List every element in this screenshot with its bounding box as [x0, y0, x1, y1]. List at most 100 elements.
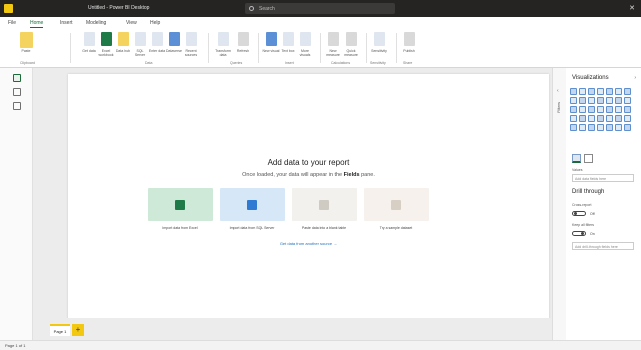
treemap-icon[interactable] — [588, 106, 595, 113]
slicer-icon[interactable] — [588, 115, 595, 122]
kpi-icon[interactable] — [579, 115, 586, 122]
map-icon[interactable] — [597, 106, 604, 113]
paste-table-card[interactable] — [292, 188, 357, 221]
report-canvas[interactable]: Add data to your report Once loaded, you… — [68, 74, 549, 327]
dataverse-icon[interactable] — [169, 32, 180, 46]
cross-report-label: Cross-report — [572, 203, 592, 207]
add-page-button[interactable]: + — [72, 324, 84, 336]
filled-map-icon[interactable] — [606, 106, 613, 113]
power-apps-icon[interactable] — [615, 124, 622, 131]
paginated-report-icon[interactable] — [606, 124, 613, 131]
tab-file[interactable]: File — [8, 20, 16, 26]
scatter-chart-icon[interactable] — [624, 97, 631, 104]
values-well[interactable]: Add data fields here — [572, 174, 634, 182]
stacked-bar-100-chart-icon[interactable] — [606, 88, 613, 95]
decomposition-tree-icon[interactable] — [579, 124, 586, 131]
stacked-bar-chart-icon[interactable] — [570, 88, 577, 95]
paste-icon[interactable] — [20, 32, 33, 48]
group-sensitivity: Sensitivity — [370, 61, 386, 65]
sql-server-icon[interactable] — [135, 32, 146, 46]
subline-prefix: Once loaded, your data will appear in th… — [242, 172, 343, 178]
page-tab-1[interactable]: Page 1 — [50, 324, 70, 336]
sql-server-label: SQL Server — [134, 49, 146, 57]
drill-through-well[interactable]: Add drill-through fields here — [572, 242, 634, 250]
search-icon — [249, 6, 254, 11]
sample-dataset-card[interactable] — [364, 188, 429, 221]
refresh-icon[interactable] — [238, 32, 249, 46]
keep-filters-toggle[interactable] — [572, 231, 586, 236]
card-icon[interactable] — [624, 106, 631, 113]
multi-row-card-icon[interactable] — [570, 115, 577, 122]
recent-sources-icon[interactable] — [186, 32, 197, 46]
close-window-button[interactable]: ✕ — [629, 4, 635, 12]
data-hub-icon[interactable] — [118, 32, 129, 46]
text-box-icon[interactable] — [283, 32, 294, 46]
key-influencers-icon[interactable] — [570, 124, 577, 131]
line-chart-icon[interactable] — [624, 88, 631, 95]
stacked-area-chart-icon[interactable] — [579, 97, 586, 104]
tab-help[interactable]: Help — [150, 20, 160, 26]
enter-data-icon[interactable] — [152, 32, 163, 46]
cross-report-toggle[interactable] — [572, 211, 586, 216]
area-chart-icon[interactable] — [570, 97, 577, 104]
gauge-icon[interactable] — [615, 106, 622, 113]
funnel-chart-icon[interactable] — [615, 97, 622, 104]
transform-data-label: Transform data — [215, 49, 231, 57]
sensitivity-icon[interactable] — [374, 32, 385, 46]
clustered-bar-chart-icon[interactable] — [588, 88, 595, 95]
smart-narrative-icon[interactable] — [597, 124, 604, 131]
qa-icon[interactable] — [588, 124, 595, 131]
publish-icon[interactable] — [404, 32, 415, 46]
visualizations-title: Visualizations — [572, 75, 609, 81]
sql-server-icon — [247, 200, 257, 210]
window-title: Untitled - Power BI Desktop — [88, 5, 150, 11]
more-visuals-label: More visuals — [299, 49, 311, 57]
ribbon-tabs: File Home Insert Modeling View Help — [0, 17, 641, 28]
search-box[interactable]: Search — [245, 3, 395, 14]
get-data-icon[interactable] — [84, 32, 95, 46]
tab-view[interactable]: View — [126, 20, 137, 26]
cross-report-value: Off — [590, 212, 595, 216]
clustered-column-chart-icon[interactable] — [597, 88, 604, 95]
filters-pane[interactable]: ‹ Filters — [552, 68, 566, 340]
more-visuals-icon[interactable] — [624, 124, 631, 131]
tab-modeling[interactable]: Modeling — [86, 20, 106, 26]
stacked-column-chart-icon[interactable] — [579, 88, 586, 95]
donut-chart-icon[interactable] — [579, 106, 586, 113]
matrix-icon[interactable] — [606, 115, 613, 122]
pie-chart-icon[interactable] — [570, 106, 577, 113]
new-measure-icon[interactable] — [328, 32, 339, 46]
r-visual-icon[interactable] — [615, 115, 622, 122]
paste-label: Paste — [21, 49, 31, 53]
recent-sources-label: Recent sources — [184, 49, 198, 57]
quick-measure-icon[interactable] — [346, 32, 357, 46]
sql-server-card[interactable] — [220, 188, 285, 221]
tab-insert[interactable]: Insert — [60, 20, 73, 26]
model-view-icon[interactable] — [13, 102, 21, 110]
chevron-right-icon[interactable]: › — [634, 75, 636, 81]
table-icon[interactable] — [597, 115, 604, 122]
subline-suffix: pane. — [361, 172, 375, 178]
more-visuals-icon[interactable] — [300, 32, 311, 46]
build-visual-icon[interactable] — [572, 154, 581, 163]
dataverse-label: Dataverse — [166, 49, 182, 53]
ribbon-separator — [70, 33, 71, 63]
report-view-icon[interactable] — [13, 74, 21, 82]
transform-data-icon[interactable] — [218, 32, 229, 46]
chevron-left-icon[interactable]: ‹ — [557, 88, 559, 94]
tab-home[interactable]: Home — [30, 20, 44, 28]
view-switcher — [0, 68, 33, 350]
format-visual-icon[interactable] — [584, 154, 593, 163]
ribbon-chart-icon[interactable] — [597, 97, 604, 104]
get-data-other-source-link[interactable]: Get data from another source → — [68, 241, 549, 246]
title-bar: Untitled - Power BI Desktop Search ✕ — [0, 0, 641, 17]
waterfall-chart-icon[interactable] — [606, 97, 613, 104]
new-visual-icon[interactable] — [266, 32, 277, 46]
visualizations-pane: Visualizations › Values Add data fields … — [566, 68, 641, 340]
stacked-column-100-chart-icon[interactable] — [615, 88, 622, 95]
excel-icon[interactable] — [101, 32, 112, 46]
excel-card[interactable] — [148, 188, 213, 221]
table-view-icon[interactable] — [13, 88, 21, 96]
line-column-chart-icon[interactable] — [588, 97, 595, 104]
python-visual-icon[interactable] — [624, 115, 631, 122]
